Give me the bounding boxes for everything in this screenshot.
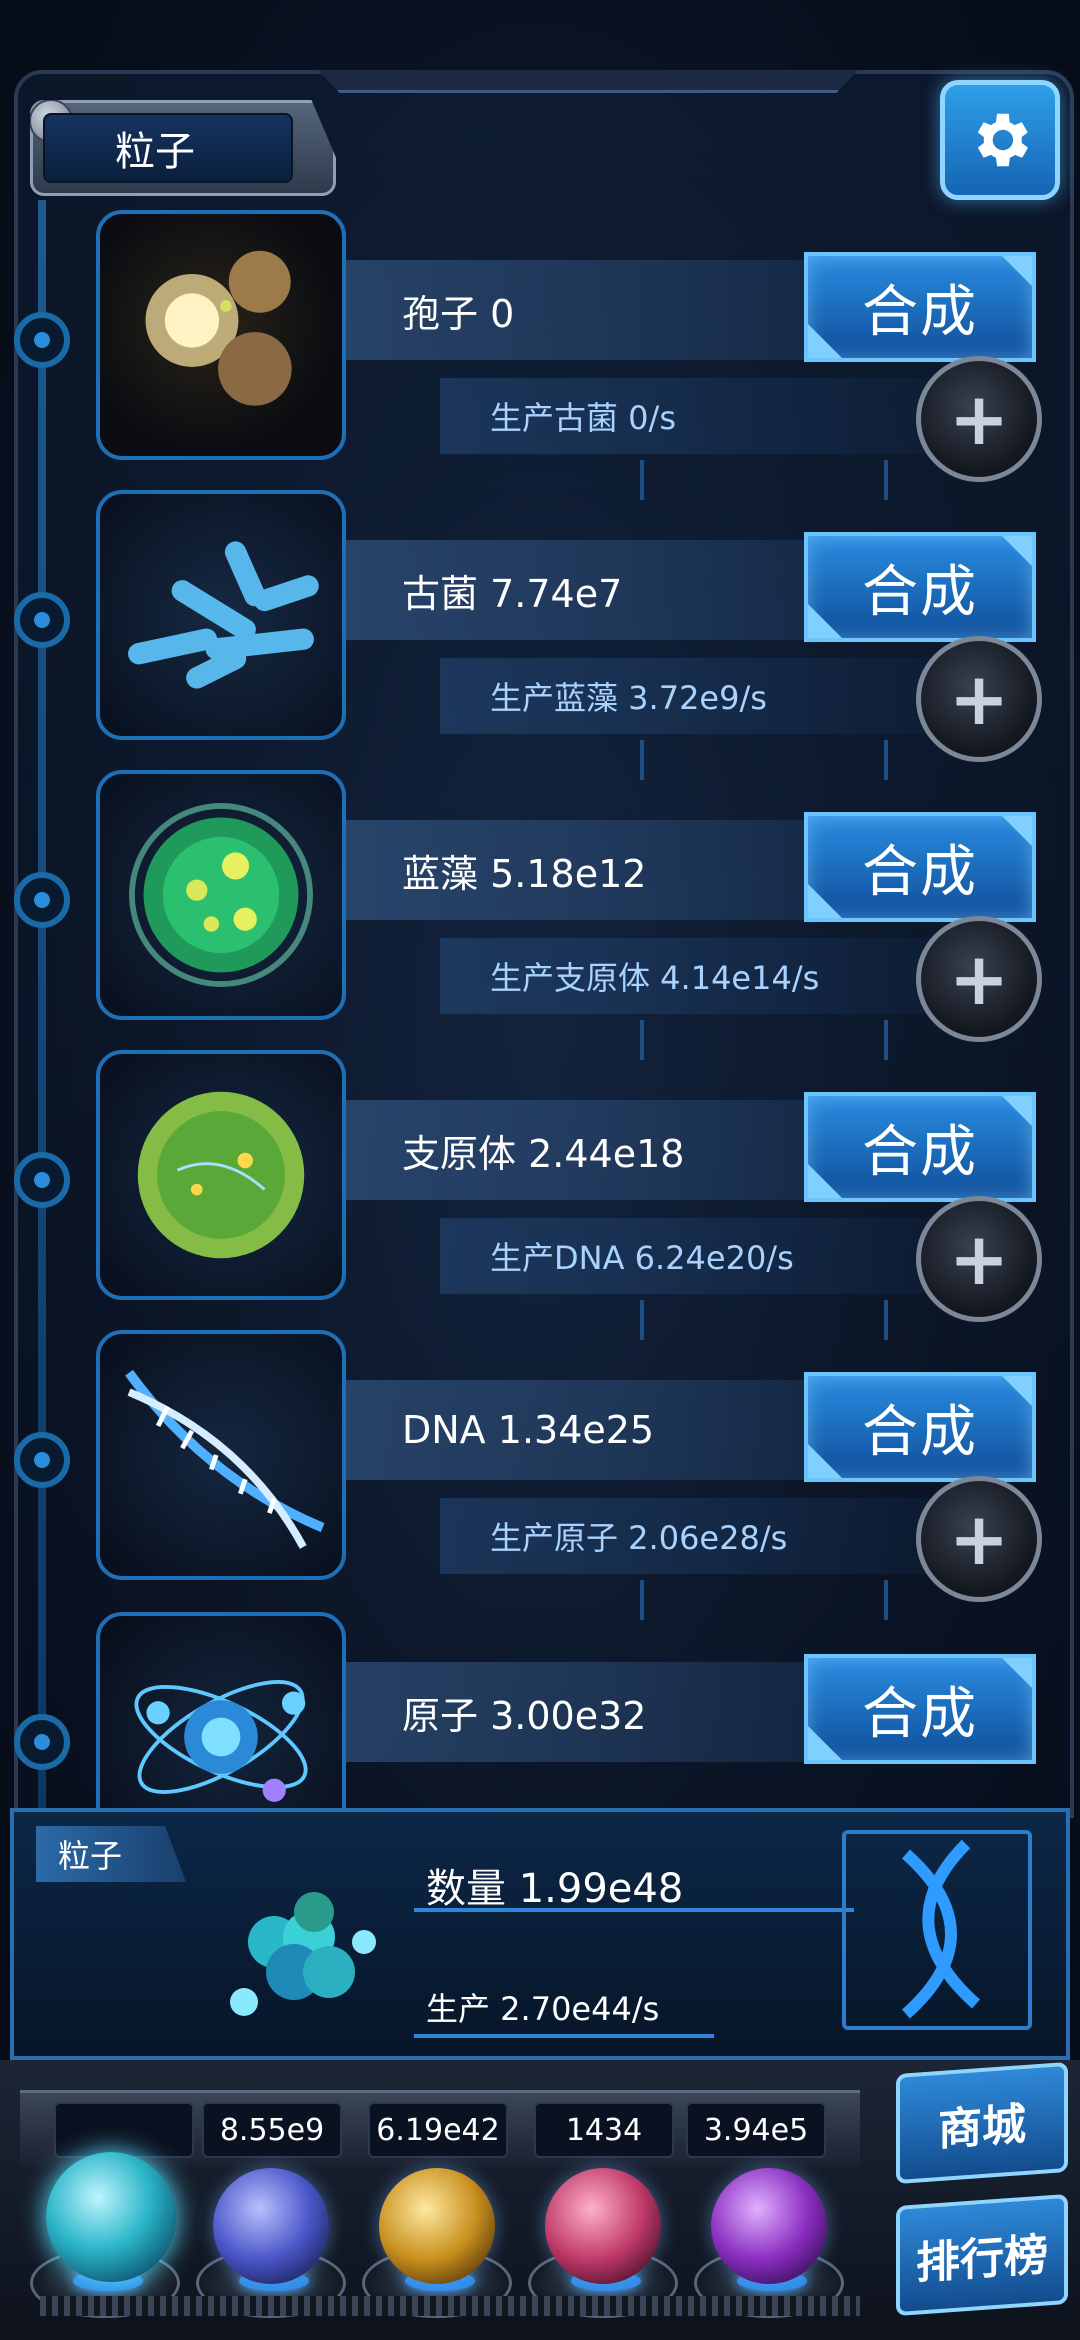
mycoplasma-icon — [96, 1050, 346, 1300]
resource-value: 6.19e42 — [368, 2102, 508, 2158]
upgrade-button[interactable]: + — [916, 356, 1042, 482]
plus-icon: + — [948, 377, 1010, 461]
leaderboard-button[interactable]: 排行榜 — [896, 2193, 1068, 2317]
item-row-cyanobacteria: 蓝藻 5.18e12 生产支原体 4.14e14/s 合成 + — [0, 770, 1080, 1060]
plus-icon: + — [948, 1497, 1010, 1581]
particle-production: 生产 2.70e44/s — [426, 1990, 660, 2028]
item-name: 原子 3.00e32 — [346, 1662, 866, 1762]
atom-icon — [96, 1612, 346, 1808]
particle-orb-icon[interactable] — [46, 2152, 176, 2282]
cyanobacteria-icon — [96, 770, 346, 1020]
title-tag: 粒子 — [30, 100, 336, 196]
plus-icon: + — [948, 1217, 1010, 1301]
item-name: 支原体 2.44e18 — [346, 1100, 866, 1200]
rail-node — [14, 1432, 70, 1488]
item-row-atom: 原子 3.00e32 合成 — [0, 1612, 1080, 1808]
item-production: 生产DNA 6.24e20/s — [440, 1218, 940, 1294]
resource-value: 3.94e5 — [686, 2102, 826, 2158]
upgrade-button[interactable]: + — [916, 916, 1042, 1042]
galaxy-orb-icon[interactable] — [379, 2168, 495, 2284]
dna-emblem-icon — [842, 1830, 1032, 2030]
plus-icon: + — [948, 657, 1010, 741]
item-production: 生产古菌 0/s — [440, 378, 940, 454]
synthesize-button[interactable]: 合成 — [804, 532, 1036, 642]
rail-node — [14, 872, 70, 928]
item-production: 生产原子 2.06e28/s — [440, 1498, 940, 1574]
resource-value: 1434 — [534, 2102, 674, 2158]
shop-button[interactable]: 商城 — [896, 2061, 1068, 2185]
vent-grill — [40, 2296, 860, 2316]
synthesize-button[interactable]: 合成 — [804, 252, 1036, 362]
item-row-archaea: 古菌 7.74e7 生产蓝藻 3.72e9/s 合成 + — [0, 490, 1080, 780]
item-row-dna: DNA 1.34e25 生产原子 2.06e28/s 合成 + — [0, 1330, 1080, 1620]
upgrade-button[interactable]: + — [916, 636, 1042, 762]
rail-node — [14, 1152, 70, 1208]
vortex-orb-icon[interactable] — [711, 2168, 827, 2284]
upgrade-button[interactable]: + — [916, 1476, 1042, 1602]
rail-node — [14, 1714, 70, 1770]
upgrade-button[interactable]: + — [916, 1196, 1042, 1322]
item-name: 古菌 7.74e7 — [346, 540, 866, 640]
item-name: 孢子 0 — [346, 260, 866, 360]
resource-value — [54, 2102, 194, 2158]
archaea-icon — [96, 490, 346, 740]
item-name: 蓝藻 5.18e12 — [346, 820, 866, 920]
particle-quantity: 数量 1.99e48 — [426, 1866, 684, 1912]
lightning-orb-icon[interactable] — [213, 2168, 329, 2284]
synthesize-button[interactable]: 合成 — [804, 812, 1036, 922]
particle-info-panel: 粒子 数量 1.99e48 生产 2.70e44/s — [10, 1808, 1070, 2060]
settings-button[interactable] — [940, 80, 1060, 200]
item-production: 生产支原体 4.14e14/s — [440, 938, 940, 1014]
synthesize-button[interactable]: 合成 — [804, 1092, 1036, 1202]
spore-icon — [96, 210, 346, 460]
divider — [414, 2034, 714, 2038]
item-row-mycoplasma: 支原体 2.44e18 生产DNA 6.24e20/s 合成 + — [0, 1050, 1080, 1340]
plus-icon: + — [948, 937, 1010, 1021]
item-name: DNA 1.34e25 — [346, 1380, 866, 1480]
synthesize-button[interactable]: 合成 — [804, 1372, 1036, 1482]
rail-node — [14, 592, 70, 648]
item-production: 生产蓝藻 3.72e9/s — [440, 658, 940, 734]
item-row-spore: 孢子 0 生产古菌 0/s 合成 + — [0, 210, 1080, 500]
brain-orb-icon[interactable] — [545, 2168, 661, 2284]
tab-title: 粒子 — [115, 129, 195, 175]
particle-cluster-icon — [230, 1892, 376, 2016]
dna-icon — [96, 1330, 346, 1580]
resource-value: 8.55e9 — [202, 2102, 342, 2158]
rail-node — [14, 312, 70, 368]
synthesize-button[interactable]: 合成 — [804, 1654, 1036, 1764]
divider — [414, 1908, 854, 1912]
gear-icon — [977, 113, 1028, 167]
panel-tag: 粒子 — [36, 1826, 186, 1882]
